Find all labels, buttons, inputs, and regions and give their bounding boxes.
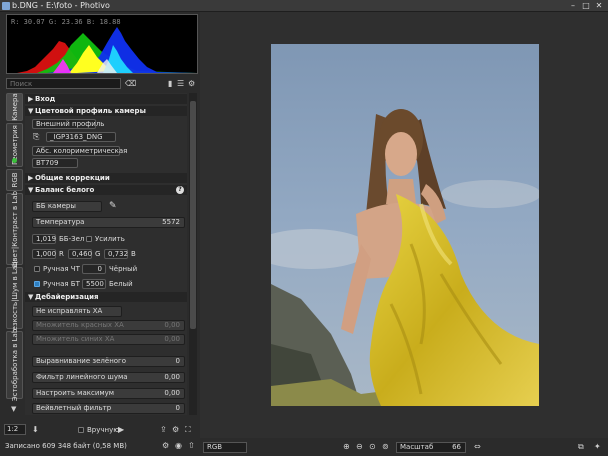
adjust-maximum-slider[interactable]: Настроить максимум 0,00: [32, 388, 185, 399]
tabs-scroll-down-icon[interactable]: ▼: [11, 405, 16, 413]
r-input[interactable]: 1,000: [32, 249, 56, 259]
black-manual-checkbox[interactable]: [34, 266, 40, 272]
panel-scrollbar[interactable]: [189, 93, 197, 415]
search-row: ⌫ ▮ ☰ ⚙: [6, 78, 198, 89]
section-general[interactable]: ▶ Общие коррекции: [25, 173, 187, 183]
expanded-icon: ▼: [28, 107, 34, 115]
active-indicator-icon: [12, 158, 17, 163]
white-manual-checkbox[interactable]: [34, 281, 40, 287]
wb-green-label: ББ-Зел: [59, 235, 85, 243]
settings-icon[interactable]: ⚙: [172, 425, 179, 435]
download-icon[interactable]: ⬇: [32, 425, 39, 435]
tab-sharpness-noise-lab[interactable]: Резкость|Шум в Lab: [6, 261, 23, 335]
amplify-label: Усилить: [95, 235, 125, 243]
scale-select[interactable]: 1:2: [4, 424, 26, 435]
colorspace-select[interactable]: RGB: [203, 442, 247, 453]
black-manual-label: Ручная ЧТ: [43, 265, 80, 273]
tab-geometry[interactable]: Геометрия: [6, 123, 23, 167]
title-bar: b.DNG - E:\foto - Photivo – □ ✕: [0, 0, 608, 12]
view-mode-icon[interactable]: ⇔: [474, 442, 481, 452]
export-icon[interactable]: ⇧: [188, 441, 195, 451]
g-input[interactable]: 0,460: [68, 249, 92, 259]
section-demosaic[interactable]: ▼ Дебайеризация: [25, 292, 187, 302]
red-ca-multiplier-slider[interactable]: Множитель красных ХА 0,00: [32, 320, 185, 331]
white-point-label: Белый: [109, 280, 133, 288]
search-input[interactable]: [6, 78, 121, 89]
section-white-balance[interactable]: ▼ Баланс белого ?: [25, 185, 187, 195]
minimize-button[interactable]: –: [568, 1, 578, 10]
tab-color-contrast-lab[interactable]: Цвет|Контраст в Lab: [6, 191, 23, 267]
info-icon[interactable]: ◉: [175, 441, 182, 451]
zoom-in-icon[interactable]: ⊕: [343, 442, 350, 452]
wb-green-input[interactable]: 1,019: [32, 234, 56, 244]
play-icon[interactable]: ▶: [118, 425, 124, 435]
expanded-icon: ▼: [28, 293, 34, 301]
white-manual-label: Ручная БТ: [43, 280, 80, 288]
eyedropper-icon[interactable]: ✎: [109, 201, 117, 211]
photo-image: [271, 44, 539, 406]
settings-icon[interactable]: ✦: [594, 442, 601, 452]
open-file-icon[interactable]: ⎘: [33, 132, 39, 142]
gear-icon[interactable]: ⚙: [162, 441, 169, 451]
histogram-graph: [17, 27, 197, 73]
collapsed-icon: ▶: [28, 174, 34, 182]
wb-preset-select[interactable]: ББ камеры: [32, 201, 102, 212]
b-label: B: [131, 250, 136, 258]
green-equalization-slider[interactable]: Выравнивание зелёного 0: [32, 356, 185, 367]
photo-preview[interactable]: [271, 44, 539, 406]
close-button[interactable]: ✕: [594, 1, 604, 10]
help-icon[interactable]: ?: [176, 186, 184, 194]
white-point-input[interactable]: 5500: [82, 279, 106, 289]
ca-mode-select[interactable]: Не исправлять ХА: [32, 306, 122, 317]
clear-search-icon[interactable]: ⌫: [125, 78, 136, 89]
rendering-intent-select[interactable]: Абс. колориметрическая: [32, 146, 127, 156]
gamma-select[interactable]: BT709: [32, 158, 78, 168]
manual-checkbox[interactable]: [78, 427, 84, 433]
window-title: b.DNG - E:\foto - Photivo: [12, 1, 110, 10]
blue-ca-multiplier-slider[interactable]: Множитель синих ХА 0,00: [32, 334, 185, 345]
status-text: Записано 609 348 байт (0,58 MB): [5, 442, 127, 450]
r-label: R: [59, 250, 64, 258]
wavelet-filter-slider[interactable]: Вейвлетный фильтр 0: [32, 403, 185, 414]
section-input[interactable]: ▶ Вход: [25, 94, 187, 104]
collapsed-icon: ▶: [28, 95, 34, 103]
scrollbar-thumb[interactable]: [190, 101, 196, 329]
external-profile-select[interactable]: Внешний профиль: [32, 119, 104, 129]
zoom-100-icon[interactable]: ⊚: [382, 442, 389, 452]
export-icon[interactable]: ⇪: [160, 425, 167, 435]
amplify-checkbox[interactable]: [86, 236, 92, 242]
layout-icon[interactable]: ⧉: [578, 442, 584, 452]
g-label: G: [95, 250, 101, 258]
tab-effects-lab[interactable]: Эстобработка в Lab: [6, 329, 23, 401]
temperature-slider[interactable]: Температура 5572: [32, 217, 185, 228]
black-point-input[interactable]: 0: [82, 264, 106, 274]
app-icon: [2, 2, 10, 10]
section-camera-profile[interactable]: ▼ Цветовой профиль камеры: [25, 106, 187, 116]
b-input[interactable]: 0,732: [104, 249, 128, 259]
gear-icon[interactable]: ⚙: [188, 78, 195, 89]
menu-icon[interactable]: ☰: [177, 78, 184, 89]
expanded-icon: ▼: [28, 186, 34, 194]
status-bar: Записано 609 348 байт (0,58 MB) ⚙ ◉ ⇧ RG…: [0, 438, 608, 456]
tab-rgb[interactable]: RGB: [6, 169, 23, 191]
histogram: R: 30.07 G: 23.36 B: 18.88: [6, 14, 198, 74]
bookmark-icon[interactable]: ▮: [168, 78, 172, 89]
manual-label: Вручную: [87, 426, 120, 434]
restore-button[interactable]: □: [581, 1, 591, 10]
zoom-out-icon[interactable]: ⊖: [356, 442, 363, 452]
fullscreen-icon[interactable]: ⛶: [185, 425, 191, 435]
tab-camera[interactable]: Камера: [6, 93, 23, 121]
profile-file-field[interactable]: _IGP3163_DNG: [46, 132, 116, 142]
line-noise-filter-slider[interactable]: Фильтр линейного шума 0,00: [32, 372, 185, 383]
vertical-tabs: Камера Геометрия RGB Цвет|Контраст в Lab…: [6, 93, 23, 415]
settings-panel: ▶ Вход ▼ Цветовой профиль камеры Внешний п…: [25, 93, 187, 415]
zoom-fit-icon[interactable]: ⊙: [369, 442, 376, 452]
zoom-field[interactable]: Масштаб 66: [396, 442, 466, 453]
black-point-label: Чёрный: [109, 265, 138, 273]
